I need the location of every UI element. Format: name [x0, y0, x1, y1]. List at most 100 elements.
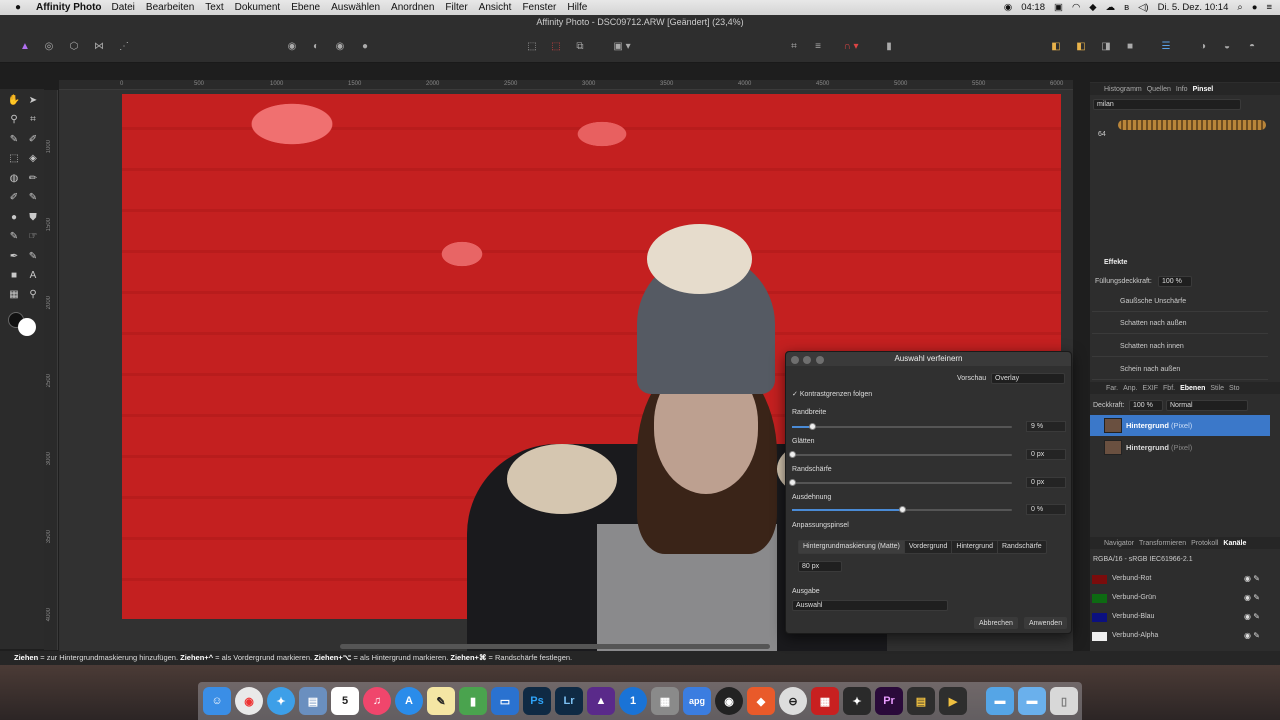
ramp-value[interactable]: 0 %: [1026, 504, 1066, 515]
view-tool-icon[interactable]: ⚲: [7, 112, 21, 126]
pages-icon[interactable]: ✎: [427, 687, 455, 715]
shape-tool-icon[interactable]: ■: [7, 268, 21, 282]
arrange-backward-icon[interactable]: ◧: [1073, 38, 1089, 54]
quick-mask-dropdown[interactable]: ▣ ▾: [605, 38, 639, 54]
tab-protokoll[interactable]: Protokoll: [1191, 540, 1218, 547]
invert-selection-icon[interactable]: ⧉: [572, 38, 588, 54]
smudge-brush-icon[interactable]: ☞: [26, 229, 40, 243]
menu-ansicht[interactable]: Ansicht: [479, 2, 512, 13]
downloads-folder-icon[interactable]: ▬: [1018, 687, 1046, 715]
horizontal-scrollbar[interactable]: [340, 644, 770, 649]
boolean-subtract-icon[interactable]: ◒: [1219, 38, 1235, 54]
marquee-tool-icon[interactable]: ⬚: [7, 151, 21, 165]
slider-knob[interactable]: [789, 451, 796, 458]
calendar-app-icon[interactable]: 5: [331, 687, 359, 715]
final-cut-icon[interactable]: ✦: [843, 687, 871, 715]
mesh-warp-icon[interactable]: ▦: [7, 287, 21, 301]
boolean-intersect-icon[interactable]: ◓: [1244, 38, 1260, 54]
menu-hilfe[interactable]: Hilfe: [567, 2, 587, 13]
mode-background[interactable]: Hintergrund: [952, 541, 998, 553]
menu-fenster[interactable]: Fenster: [522, 2, 556, 13]
healing-brush-icon[interactable]: ✎: [7, 229, 21, 243]
clock-text[interactable]: Di. 5. Dez. 10:14: [1158, 2, 1229, 13]
1password-icon[interactable]: 1: [619, 687, 647, 715]
brush-size-select[interactable]: 80 px: [798, 561, 842, 572]
border-width-value[interactable]: 9 %: [1026, 421, 1066, 432]
align-icon[interactable]: ☰: [1158, 38, 1174, 54]
preview-app-icon[interactable]: ▤: [299, 687, 327, 715]
erase-brush-icon[interactable]: ✐: [7, 190, 21, 204]
zoom-tool-icon[interactable]: ⚲: [26, 287, 40, 301]
arrange-front-icon[interactable]: ■: [1122, 38, 1138, 54]
compressor-icon[interactable]: ▶: [939, 687, 967, 715]
preview-select[interactable]: Overlay: [991, 373, 1065, 384]
border-width-slider[interactable]: [792, 423, 1012, 430]
menu-bearbeiten[interactable]: Bearbeiten: [146, 2, 194, 13]
channel-row-alpha[interactable]: Verbund-Alpha ◉ ✎: [1090, 627, 1270, 645]
pen-tool-icon[interactable]: ✒: [7, 249, 21, 263]
smooth-value[interactable]: 0 px: [1026, 449, 1066, 460]
siri-icon[interactable]: ●: [1252, 2, 1258, 13]
flood-fill-icon[interactable]: ◈: [26, 151, 40, 165]
eye-icon[interactable]: ◉ ✎: [1244, 627, 1260, 645]
tab-quellen[interactable]: Quellen: [1147, 86, 1171, 93]
tab-stile[interactable]: Stile: [1210, 385, 1224, 392]
apply-button[interactable]: Anwenden: [1024, 617, 1068, 629]
develop-persona-icon[interactable]: ⬡: [66, 38, 82, 54]
trash-icon[interactable]: ▯: [1050, 687, 1078, 715]
menu-auswaehlen[interactable]: Auswählen: [331, 2, 380, 13]
search-icon[interactable]: ⌕: [1237, 2, 1242, 13]
premiere-icon[interactable]: Pr: [875, 687, 903, 715]
node-tool-icon[interactable]: ✎: [26, 249, 40, 263]
tab-info[interactable]: Info: [1176, 86, 1188, 93]
arrange-back-icon[interactable]: ◧: [1048, 38, 1064, 54]
record-icon[interactable]: ◉: [1004, 2, 1012, 13]
selection-brush-icon[interactable]: ✐: [26, 132, 40, 146]
blend-mode-select[interactable]: Normal: [1166, 400, 1248, 411]
menu-anordnen[interactable]: Anordnen: [391, 2, 434, 13]
effect-outer-shadow[interactable]: Schatten nach außen: [1092, 313, 1268, 334]
tab-histogramm[interactable]: Histogramm: [1104, 86, 1142, 93]
mode-feather[interactable]: Randschärfe: [998, 541, 1046, 553]
app-store-icon[interactable]: A: [395, 687, 423, 715]
eye-icon[interactable]: ◉ ✎: [1244, 589, 1260, 607]
snapping-dropdown[interactable]: ∩ ▾: [835, 38, 867, 54]
lightroom-icon[interactable]: Lr: [555, 687, 583, 715]
image-capture-icon[interactable]: ▦: [651, 687, 679, 715]
minimize-icon[interactable]: [803, 356, 811, 364]
channel-row-red[interactable]: Verbund-Rot ◉ ✎: [1090, 570, 1270, 588]
finder-icon[interactable]: ☺: [203, 687, 231, 715]
menu-dokument[interactable]: Dokument: [235, 2, 281, 13]
effect-gaussian-blur[interactable]: Gaußsche Unschärfe: [1092, 291, 1268, 312]
slider-knob[interactable]: [789, 479, 796, 486]
paint-brush-icon[interactable]: ✏: [26, 171, 40, 185]
layer-row-selected[interactable]: Hintergrund (Pixel): [1090, 415, 1270, 436]
close-icon[interactable]: [791, 356, 799, 364]
keynote-icon[interactable]: ▭: [491, 687, 519, 715]
clone-brush-icon[interactable]: ⛊: [26, 210, 40, 224]
export-persona-icon[interactable]: ⋰: [116, 38, 132, 54]
dodge-brush-icon[interactable]: ✎: [26, 190, 40, 204]
apple-icon[interactable]: ●: [8, 2, 28, 13]
list-icon[interactable]: ≡: [1266, 2, 1272, 13]
clapper-icon[interactable]: ▦: [811, 687, 839, 715]
boolean-add-icon[interactable]: ◑: [1195, 38, 1211, 54]
marquee-mode-icon[interactable]: ⬚: [524, 38, 540, 54]
menu-text[interactable]: Text: [205, 2, 223, 13]
feather-slider[interactable]: [789, 479, 1012, 486]
slider-knob[interactable]: [899, 506, 906, 513]
mode-matte[interactable]: Hintergrundmaskierung (Matte): [799, 541, 905, 553]
tab-ebenen[interactable]: Ebenen: [1180, 385, 1205, 392]
tab-farbe[interactable]: Far.: [1106, 385, 1118, 392]
menu-datei[interactable]: Datei: [112, 2, 135, 13]
move-tool-icon[interactable]: ➤: [26, 93, 40, 107]
output-select[interactable]: Auswahl: [792, 600, 948, 611]
crop-tool-icon[interactable]: ⌗: [26, 112, 40, 126]
tab-farbfelder[interactable]: Fbf.: [1163, 385, 1175, 392]
auto-colors-icon[interactable]: ◉: [332, 38, 348, 54]
safari-icon[interactable]: ✦: [267, 687, 295, 715]
assistant-icon[interactable]: ▮: [881, 38, 897, 54]
zoom-icon[interactable]: [816, 356, 824, 364]
colorsync-icon[interactable]: ◆: [747, 687, 775, 715]
wifi-icon[interactable]: ◠: [1072, 2, 1080, 13]
